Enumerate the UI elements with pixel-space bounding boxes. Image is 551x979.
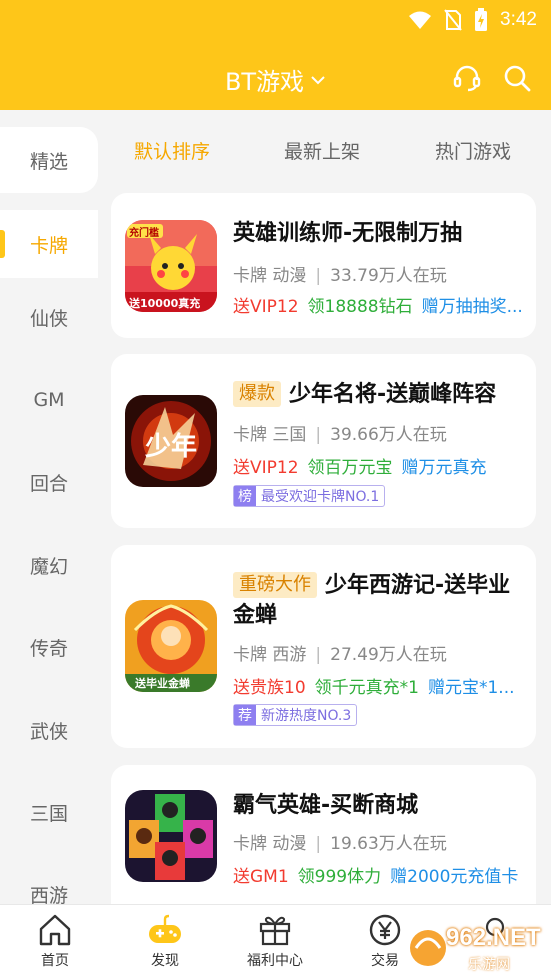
game-perks: 送GM1 领999体力 赠2000元充值卡 <box>233 862 529 887</box>
game-perks: 送贵族10 领千元真充*1 赠元宝*1... <box>233 673 529 698</box>
gift-icon <box>259 916 291 946</box>
watermark-subtext: 乐游网 <box>468 957 510 973</box>
game-meta: 卡牌 动漫 | 19.63万人在玩 <box>233 834 447 854</box>
rank-tag: 榜最受欢迎卡牌NO.1 <box>233 485 386 507</box>
tab-default-sort[interactable]: 默认排序 <box>134 137 210 164</box>
sidebar-item-mohuan[interactable]: 魔幻 <box>0 540 98 590</box>
game-card[interactable]: 送毕业金蝉 重磅大作 少年西游记-送毕业 金蝉 卡牌 西游 | 27.49万人在玩 送… <box>111 545 536 748</box>
sort-tabs: 默认排序 最新上架 热门游戏 <box>98 110 551 190</box>
yuan-coin-icon <box>369 914 401 946</box>
game-meta: 卡牌 三国 | 39.66万人在玩 <box>233 425 447 445</box>
page-title: BT游戏 <box>224 68 305 96</box>
perk-green: 领百万元宝 <box>307 458 393 478</box>
perk-blue: 赠2000元充值卡 <box>390 867 519 887</box>
game-genre: 西游 <box>272 645 307 665</box>
sidebar-item-chuanqi[interactable]: 传奇 <box>0 622 98 672</box>
tab-newest[interactable]: 最新上架 <box>284 137 360 164</box>
game-category: 卡牌 <box>233 425 267 445</box>
badge-hot: 爆款 <box>233 381 281 407</box>
nav-label: 福利中心 <box>247 953 303 969</box>
player-count: 39.66万人在玩 <box>330 425 447 445</box>
game-card[interactable]: 充门槛 送10000真充 英雄训练师-无限制万抽 卡牌 动漫 | 33.79万人在玩… <box>111 193 536 338</box>
perk-red: 送贵族10 <box>233 678 306 698</box>
game-icon: 少年 <box>125 395 217 487</box>
perk-green: 领18888钻石 <box>307 297 413 317</box>
headset-icon[interactable] <box>452 63 482 93</box>
nav-home[interactable]: 首页 <box>5 905 105 979</box>
perk-blue: 赠万抽抽奖... <box>421 297 523 317</box>
game-genre: 三国 <box>272 425 307 445</box>
game-title-line2: 金蝉 <box>233 603 278 628</box>
nav-discover[interactable]: 发现 <box>115 905 215 979</box>
game-genre: 动漫 <box>272 266 307 286</box>
game-title: 霸气英雄-买断商城 <box>233 793 419 818</box>
game-perks: 送VIP12 领18888钻石 赠万抽抽奖... <box>233 292 529 317</box>
watermark-text: 962.NET <box>446 924 541 951</box>
game-icon: 充门槛 送10000真充 <box>125 220 217 312</box>
home-icon <box>39 914 71 946</box>
game-card[interactable]: 霸气英雄-买断商城 卡牌 动漫 | 19.63万人在玩 送GM1 领999体力 赠200… <box>111 765 536 904</box>
icon-caption-bottom: 送毕业金蝉 <box>135 677 190 690</box>
game-category: 卡牌 <box>233 645 267 665</box>
perk-red: 送VIP12 <box>233 458 299 478</box>
rank-tag-text: 最受欢迎卡牌NO.1 <box>261 489 380 505</box>
player-count: 27.49万人在玩 <box>330 645 447 665</box>
sidebar-item-sanguo[interactable]: 三国 <box>0 787 98 837</box>
rank-tag-label: 榜 <box>234 486 256 506</box>
sidebar-item-kapai[interactable]: 卡牌 <box>0 210 98 278</box>
player-count: 33.79万人在玩 <box>330 266 447 286</box>
perk-green: 领千元真充*1 <box>314 678 419 698</box>
game-icon: 送毕业金蝉 <box>125 600 217 692</box>
player-count: 19.63万人在玩 <box>330 834 447 854</box>
status-time: 3:42 <box>500 9 537 30</box>
nav-label: 交易 <box>371 953 399 969</box>
rank-tag-text: 新游热度NO.3 <box>261 708 352 724</box>
perk-red: 送VIP12 <box>233 297 299 317</box>
battery-charging-icon <box>475 8 488 31</box>
svg-text:少年: 少年 <box>144 431 197 462</box>
game-category: 卡牌 <box>233 834 267 854</box>
game-meta: 卡牌 西游 | 27.49万人在玩 <box>233 645 447 665</box>
tab-hot-games[interactable]: 热门游戏 <box>435 137 511 164</box>
game-meta: 卡牌 动漫 | 33.79万人在玩 <box>233 266 447 286</box>
category-sidebar: 精选 卡牌 仙侠 GM 回合 魔幻 传奇 武侠 三国 西游 <box>0 110 98 907</box>
game-genre: 动漫 <box>272 834 307 854</box>
perk-blue: 赠元宝*1... <box>427 678 515 698</box>
sidebar-item-jingxuan[interactable]: 精选 <box>0 127 98 193</box>
rank-tag-label: 荐 <box>234 705 256 725</box>
game-title-row: 重磅大作 少年西游记-送毕业 <box>233 571 510 601</box>
wifi-icon <box>409 11 432 29</box>
active-indicator <box>0 230 5 258</box>
gamepad-icon <box>149 914 181 943</box>
game-title: 少年名将-送巅峰阵容 <box>289 382 497 407</box>
nav-label: 发现 <box>151 953 179 969</box>
nav-label: 首页 <box>41 953 69 969</box>
icon-caption-bottom: 送10000真充 <box>129 297 201 310</box>
game-title-row: 爆款 少年名将-送巅峰阵容 <box>233 380 496 410</box>
sidebar-item-huihe[interactable]: 回合 <box>0 457 98 507</box>
top-header: 3:42 BT游戏 <box>0 0 551 110</box>
sidebar-item-gm[interactable]: GM <box>0 375 98 425</box>
rank-tag: 荐新游热度NO.3 <box>233 704 358 726</box>
site-watermark: 962.NET 乐游网 <box>408 920 548 976</box>
perk-blue: 赠万元真充 <box>401 458 487 478</box>
search-icon[interactable] <box>502 63 532 93</box>
game-title: 英雄训练师-无限制万抽 <box>233 221 463 246</box>
icon-caption-top: 充门槛 <box>129 228 159 239</box>
game-card[interactable]: 少年 爆款 少年名将-送巅峰阵容 卡牌 三国 | 39.66万人在玩 送VIP12 领百… <box>111 354 536 528</box>
nav-welfare[interactable]: 福利中心 <box>225 905 325 979</box>
game-icon <box>125 790 217 882</box>
perk-red: 送GM1 <box>233 867 289 887</box>
perk-green: 领999体力 <box>297 867 382 887</box>
sidebar-item-xianxia[interactable]: 仙侠 <box>0 292 98 342</box>
no-sim-icon <box>444 9 462 31</box>
game-category: 卡牌 <box>233 266 267 286</box>
status-bar: 3:42 <box>408 6 537 34</box>
badge-major: 重磅大作 <box>233 572 317 598</box>
chevron-down-icon <box>311 75 325 84</box>
game-perks: 送VIP12 领百万元宝 赠万元真充 <box>233 453 529 478</box>
sidebar-item-wuxia[interactable]: 武侠 <box>0 705 98 755</box>
game-title: 少年西游记-送毕业 <box>325 573 511 598</box>
